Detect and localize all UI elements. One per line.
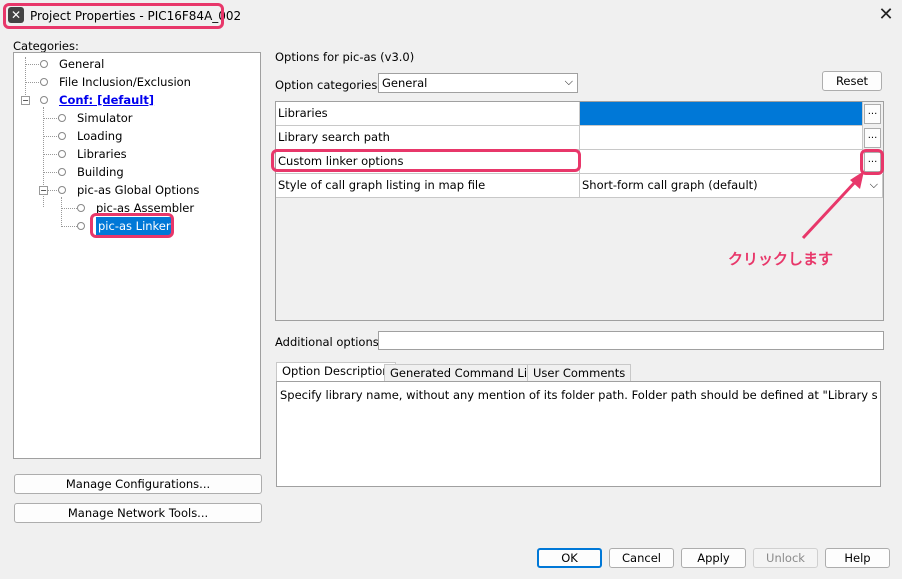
library-search-path-ellipsis-button[interactable]: ...: [864, 128, 881, 148]
collapse-icon[interactable]: −: [21, 96, 30, 105]
unlock-button: Unlock: [753, 548, 818, 568]
libraries-ellipsis-button[interactable]: ...: [864, 104, 881, 124]
tree-item-loading[interactable]: Loading: [77, 127, 122, 145]
ok-button[interactable]: OK: [537, 548, 602, 568]
tree-item-file-inclusion[interactable]: File Inclusion/Exclusion: [59, 73, 191, 91]
title-highlight-box: [3, 3, 224, 29]
options-header: Options for pic-as (v3.0): [275, 50, 415, 64]
chevron-down-icon: ⌵: [564, 75, 573, 88]
apply-button[interactable]: Apply: [681, 548, 746, 568]
option-categories-label: Option categories:: [275, 78, 382, 92]
tab-user-comments[interactable]: User Comments: [527, 364, 632, 382]
close-icon[interactable]: ✕: [876, 4, 896, 26]
manage-network-tools-button[interactable]: Manage Network Tools...: [14, 503, 262, 523]
row-value-library-search-path[interactable]: [580, 126, 863, 150]
help-button[interactable]: Help: [825, 548, 890, 568]
tree-item-general[interactable]: General: [59, 55, 104, 73]
tree-item-simulator[interactable]: Simulator: [77, 109, 133, 127]
row-name-call-graph-style: Style of call graph listing in map file: [276, 174, 580, 198]
additional-options-label: Additional options:: [275, 335, 383, 349]
tree-item-pic-as-global[interactable]: pic-as Global Options: [77, 181, 199, 199]
description-panel: Specify library name, without any mentio…: [276, 381, 881, 487]
description-text: Specify library name, without any mentio…: [280, 388, 878, 402]
call-graph-style-value: Short-form call graph (default): [582, 178, 758, 192]
tree-item-conf-default[interactable]: Conf: [default]: [59, 91, 154, 109]
categories-label: Categories:: [13, 39, 79, 53]
reset-button[interactable]: Reset: [822, 71, 882, 91]
option-categories-select[interactable]: General ⌵: [378, 73, 578, 93]
row-name-library-search-path: Library search path: [276, 126, 580, 150]
cancel-button[interactable]: Cancel: [609, 548, 674, 568]
manage-configurations-button[interactable]: Manage Configurations...: [14, 474, 262, 494]
collapse-icon[interactable]: −: [39, 186, 48, 195]
tree-item-libraries[interactable]: Libraries: [77, 145, 127, 163]
tab-option-description[interactable]: Option Description: [276, 362, 396, 382]
row-name-libraries: Libraries: [276, 102, 580, 126]
additional-options-input[interactable]: [378, 331, 884, 350]
categories-tree[interactable]: General File Inclusion/Exclusion − Conf:…: [13, 52, 261, 459]
custom-linker-highlight-box: [271, 149, 581, 172]
annotation-arrow-icon: [801, 171, 864, 240]
option-categories-value: General: [382, 76, 428, 90]
annotation-text: クリックします: [728, 250, 834, 268]
tree-item-building[interactable]: Building: [77, 163, 124, 181]
tab-generated-command-line[interactable]: Generated Command Line: [384, 364, 548, 382]
linker-highlight-box: [90, 213, 174, 238]
row-value-libraries[interactable]: [580, 102, 863, 126]
